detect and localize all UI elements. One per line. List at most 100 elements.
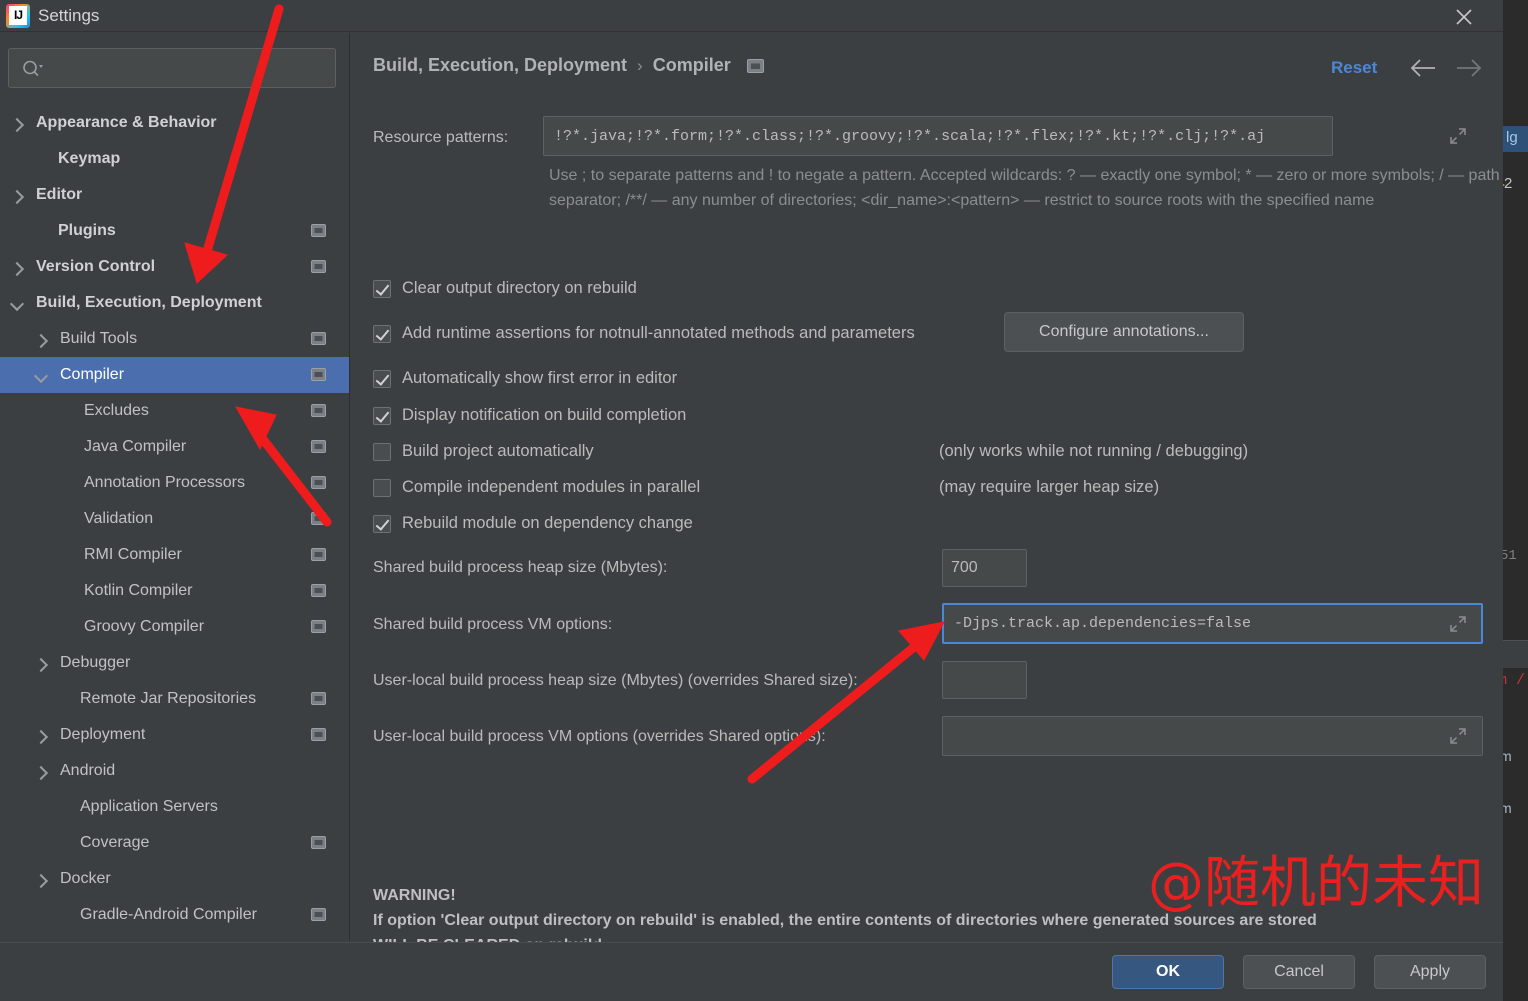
resource-patterns-input[interactable]	[543, 116, 1333, 156]
sidebar-item-label: Editor	[36, 186, 83, 203]
checkbox-box[interactable]	[373, 279, 391, 298]
resource-patterns-label: Resource patterns:	[373, 129, 509, 146]
sidebar-item-kotlin-compiler[interactable]: Kotlin Compiler	[0, 573, 349, 609]
shared-heap-input[interactable]	[942, 549, 1027, 587]
local-heap-input[interactable]	[942, 661, 1027, 699]
sidebar-item-rmi-compiler[interactable]: RMI Compiler	[0, 537, 349, 573]
sidebar-item-label: RMI Compiler	[84, 546, 182, 563]
checkbox-runtime-assertions[interactable]: Add runtime assertions for notnull-annot…	[373, 324, 915, 343]
sidebar-item-application-servers[interactable]: Application Servers	[0, 789, 349, 825]
checkbox-box[interactable]	[373, 369, 391, 388]
reset-link[interactable]: Reset	[1331, 58, 1377, 78]
chevron-right-icon[interactable]	[33, 729, 50, 745]
configure-annotations-button[interactable]: Configure annotations...	[1004, 312, 1244, 352]
module-settings-icon	[311, 836, 326, 849]
sidebar-item-label: Excludes	[84, 402, 149, 419]
checkbox-box[interactable]	[373, 478, 391, 497]
checkbox-box[interactable]	[373, 514, 391, 533]
ok-button[interactable]: OK	[1112, 955, 1224, 989]
arrow-left-icon[interactable]	[1409, 55, 1439, 81]
sidebar-item-label: Kotlin Compiler	[84, 582, 193, 599]
search-box[interactable]	[8, 48, 336, 88]
chevron-right-icon[interactable]	[9, 117, 26, 133]
apply-button[interactable]: Apply	[1374, 955, 1486, 989]
module-settings-icon	[311, 620, 326, 633]
background-editor-tab: lg	[1502, 126, 1528, 152]
sidebar-item-plugins[interactable]: Plugins	[0, 213, 349, 249]
sidebar-item-label: Plugins	[58, 222, 116, 239]
chevron-right-icon[interactable]	[33, 333, 50, 349]
sidebar-item-version-control[interactable]: Version Control	[0, 249, 349, 285]
screen-root: lg 2 51 m / m m IJ Settings Appearance &…	[0, 0, 1528, 1001]
shared-heap-label: Shared build process heap size (Mbytes):	[373, 559, 668, 576]
sidebar-item-appearance-behavior[interactable]: Appearance & Behavior	[0, 105, 349, 141]
sidebar-item-label: Annotation Processors	[84, 474, 245, 491]
module-settings-icon	[311, 692, 326, 705]
sidebar-item-docker[interactable]: Docker	[0, 861, 349, 897]
sidebar-scrollbar-track[interactable]	[333, 105, 344, 941]
chevron-right-icon[interactable]	[33, 765, 50, 781]
sidebar-item-build-tools[interactable]: Build Tools	[0, 321, 349, 357]
sidebar-item-label: Java Compiler	[84, 438, 187, 455]
local-heap-label: User-local build process heap size (Mbyt…	[373, 672, 858, 689]
sidebar-item-excludes[interactable]: Excludes	[0, 393, 349, 429]
checkbox-label: Compile independent modules in parallel	[402, 478, 701, 496]
module-settings-icon	[311, 584, 326, 597]
chevron-right-icon[interactable]	[33, 873, 50, 889]
search-input[interactable]	[53, 50, 331, 86]
chevron-down-icon[interactable]	[9, 296, 26, 312]
module-settings-icon	[311, 440, 326, 453]
window-title: Settings	[38, 6, 100, 25]
checkbox-build-automatically[interactable]: Build project automatically	[373, 442, 594, 461]
chevron-right-icon[interactable]	[9, 189, 26, 205]
sidebar-item-label: Validation	[84, 510, 154, 527]
sidebar-item-label: Deployment	[60, 726, 146, 743]
checkbox-box[interactable]	[373, 442, 391, 461]
sidebar-item-label: Application Servers	[80, 798, 218, 815]
checkbox-label: Add runtime assertions for notnull-annot…	[402, 324, 915, 342]
arrow-right-icon	[1453, 55, 1483, 81]
breadcrumb-leaf: Compiler	[652, 55, 731, 75]
breadcrumb-root[interactable]: Build, Execution, Deployment	[373, 55, 627, 76]
sidebar-item-label: Build Tools	[60, 330, 138, 347]
breadcrumb-separator: ›	[637, 55, 643, 75]
checkbox-box[interactable]	[373, 406, 391, 425]
sidebar-item-compiler[interactable]: Compiler	[0, 357, 349, 393]
sidebar-item-label: Appearance & Behavior	[36, 114, 217, 131]
sidebar-item-label: Compiler	[60, 366, 125, 383]
checkbox-show-first-error[interactable]: Automatically show first error in editor	[373, 369, 677, 388]
sidebar-item-label: Debugger	[60, 654, 131, 671]
sidebar-item-validation[interactable]: Validation	[0, 501, 349, 537]
sidebar-item-keymap[interactable]: Keymap	[0, 141, 349, 177]
checkbox-display-notification[interactable]: Display notification on build completion	[373, 406, 686, 425]
close-icon[interactable]	[1441, 0, 1487, 32]
checkbox-rebuild-on-dependency[interactable]: Rebuild module on dependency change	[373, 514, 693, 533]
sidebar-item-gradle-android-compiler[interactable]: Gradle-Android Compiler	[0, 897, 349, 933]
sidebar-item-android[interactable]: Android	[0, 753, 349, 789]
sidebar-item-groovy-compiler[interactable]: Groovy Compiler	[0, 609, 349, 645]
chevron-down-icon[interactable]	[33, 368, 50, 384]
sidebar-item-build-execution-deployment[interactable]: Build, Execution, Deployment	[0, 285, 349, 321]
shared-vm-options-input[interactable]	[942, 603, 1483, 644]
local-vm-options-label: User-local build process VM options (ove…	[373, 728, 826, 745]
chevron-right-icon[interactable]	[9, 261, 26, 277]
module-settings-icon	[311, 476, 326, 489]
checkbox-clear-output[interactable]: Clear output directory on rebuild	[373, 279, 637, 298]
cancel-button[interactable]: Cancel	[1243, 955, 1355, 989]
sidebar-item-remote-jar-repositories[interactable]: Remote Jar Repositories	[0, 681, 349, 717]
sidebar-item-label: Groovy Compiler	[84, 618, 205, 635]
settings-content: Build, Execution, Deployment › Compiler …	[351, 33, 1503, 954]
sidebar-item-label: Coverage	[80, 834, 150, 851]
chevron-right-icon[interactable]	[33, 657, 50, 673]
intellij-idea-icon: IJ	[6, 4, 30, 28]
sidebar-item-annotation-processors[interactable]: Annotation Processors	[0, 465, 349, 501]
sidebar-item-java-compiler[interactable]: Java Compiler	[0, 429, 349, 465]
sidebar-item-deployment[interactable]: Deployment	[0, 717, 349, 753]
sidebar-item-coverage[interactable]: Coverage	[0, 825, 349, 861]
checkbox-box[interactable]	[373, 324, 391, 343]
local-vm-options-input[interactable]	[942, 716, 1483, 756]
sidebar-item-editor[interactable]: Editor	[0, 177, 349, 213]
module-settings-icon	[311, 728, 326, 741]
sidebar-item-debugger[interactable]: Debugger	[0, 645, 349, 681]
checkbox-parallel-compile[interactable]: Compile independent modules in parallel	[373, 478, 700, 497]
